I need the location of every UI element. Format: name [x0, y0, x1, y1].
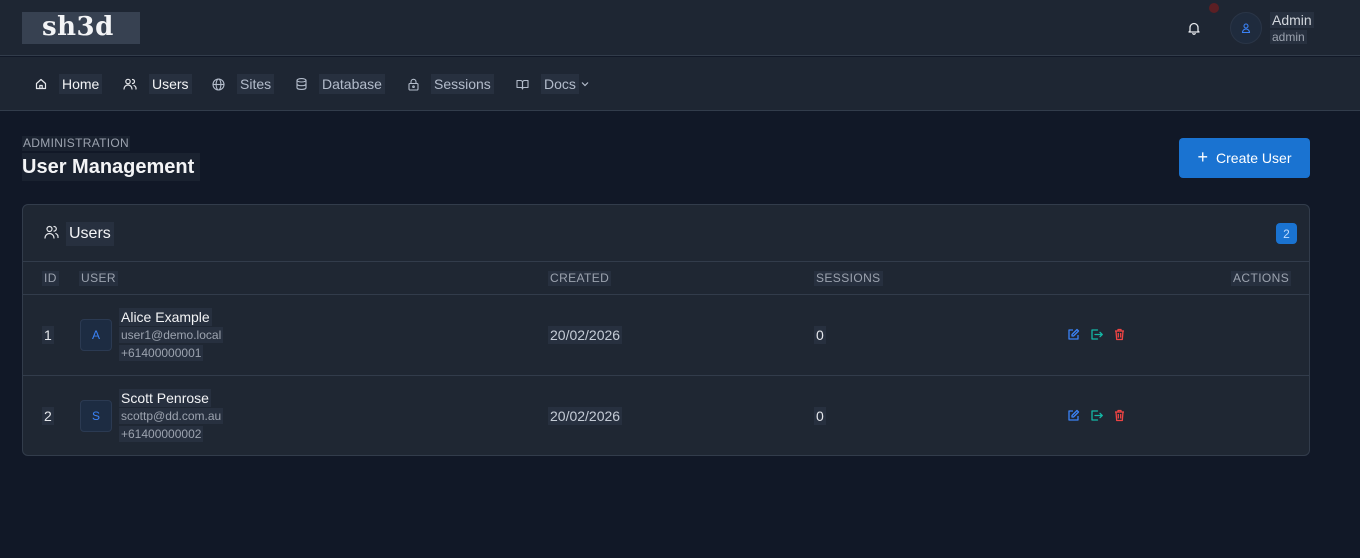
- users-icon: [44, 225, 59, 239]
- table-header: ID USER CREATED SESSIONS ACTIONS: [23, 262, 1309, 295]
- nav-item-home[interactable]: Home: [35, 57, 103, 111]
- app-logo[interactable]: sh3d: [22, 12, 140, 44]
- edit-icon[interactable]: [1067, 409, 1080, 422]
- users-icon: [123, 78, 137, 90]
- nav-item-users[interactable]: Users: [123, 57, 192, 111]
- cell-id: 2: [42, 407, 54, 425]
- bell-icon[interactable]: [1186, 20, 1202, 36]
- cell-created: 20/02/2026: [548, 326, 623, 344]
- user-email: scottp@dd.com.au: [119, 408, 224, 424]
- create-user-label: Create User: [1216, 150, 1292, 166]
- chevron-down-icon: [581, 82, 589, 87]
- user-role: admin: [1270, 30, 1307, 44]
- nav-label-database: Database: [319, 74, 385, 94]
- nav-item-database[interactable]: Database: [296, 57, 385, 111]
- column-header-sessions: SESSIONS: [814, 271, 883, 286]
- nav-label-users: Users: [149, 74, 192, 94]
- nav-label-home: Home: [59, 74, 103, 94]
- user-phone: +61400000002: [119, 426, 204, 442]
- database-icon: [296, 78, 307, 90]
- user-name[interactable]: Admin: [1270, 12, 1314, 28]
- column-header-created: CREATED: [548, 271, 612, 286]
- login-as-icon[interactable]: [1090, 409, 1103, 422]
- notification-dot: [1209, 3, 1219, 13]
- user-name: Alice Example: [119, 308, 212, 326]
- home-icon: [35, 78, 47, 90]
- book-icon: [516, 79, 529, 90]
- card-header: Users 2: [23, 205, 1309, 262]
- top-bar: sh3d Admin admin: [0, 0, 1360, 56]
- create-user-button[interactable]: + Create User: [1179, 138, 1310, 178]
- user-email: user1@demo.local: [119, 327, 224, 343]
- avatar: A: [80, 319, 112, 351]
- avatar: S: [80, 400, 112, 432]
- column-header-actions: ACTIONS: [1231, 271, 1292, 286]
- page-title: User Management: [22, 153, 201, 181]
- edit-icon[interactable]: [1067, 328, 1080, 341]
- cell-sessions: 0: [814, 326, 826, 344]
- users-card: Users 2 ID USER CREATED SESSIONS ACTIONS…: [22, 204, 1310, 456]
- table-row: 2 S Scott Penrose scottp@dd.com.au +6140…: [23, 375, 1309, 455]
- plus-icon: +: [1197, 147, 1209, 167]
- row-actions: [1067, 409, 1126, 422]
- nav-label-sites: Sites: [237, 74, 275, 94]
- login-as-icon[interactable]: [1090, 328, 1103, 341]
- user-phone: +61400000001: [119, 345, 204, 361]
- nav-label-sessions: Sessions: [431, 74, 494, 94]
- cell-created: 20/02/2026: [548, 407, 623, 425]
- nav-label-docs: Docs: [541, 74, 579, 94]
- nav-item-docs[interactable]: Docs: [516, 57, 589, 111]
- section-label: ADMINISTRATION: [22, 136, 130, 151]
- table-row: 1 A Alice Example user1@demo.local +6140…: [23, 295, 1309, 375]
- column-header-id: ID: [42, 271, 59, 286]
- globe-icon: [212, 77, 225, 91]
- cell-id: 1: [42, 326, 54, 344]
- cell-sessions: 0: [814, 407, 826, 425]
- column-header-user: USER: [79, 271, 118, 286]
- user-count-badge: 2: [1276, 223, 1297, 244]
- delete-icon[interactable]: [1113, 409, 1126, 422]
- row-actions: [1067, 328, 1126, 341]
- user-icon: [1241, 23, 1251, 34]
- nav-item-sessions[interactable]: Sessions: [408, 57, 494, 111]
- main-nav: Home Users Sites Database Sessions Docs: [0, 57, 1360, 111]
- nav-item-sites[interactable]: Sites: [212, 57, 275, 111]
- card-title: Users: [66, 222, 114, 246]
- delete-icon[interactable]: [1113, 328, 1126, 341]
- user-name: Scott Penrose: [119, 389, 211, 407]
- lock-icon: [408, 78, 419, 91]
- user-avatar[interactable]: [1230, 12, 1262, 44]
